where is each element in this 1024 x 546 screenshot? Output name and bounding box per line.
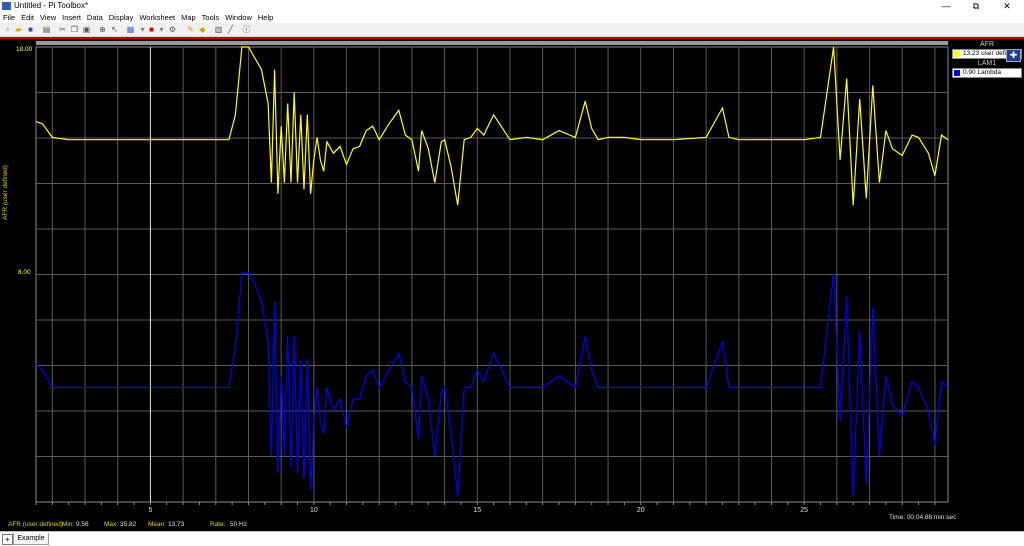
pen-icon[interactable]: ✎ (186, 25, 195, 34)
grid-icon[interactable]: ▦ (126, 25, 135, 34)
save-icon[interactable]: ■ (26, 25, 35, 34)
print-icon[interactable]: ▤ (42, 25, 51, 34)
menu-tools[interactable]: Tools (199, 12, 223, 23)
x-tick-label: 10 (310, 507, 318, 514)
menu-help[interactable]: Help (255, 12, 276, 23)
legend-value-lam1: 0.90 Lambda (963, 69, 1001, 76)
open-icon[interactable]: ▰ (14, 25, 23, 34)
window-title: Untitled - Pi Toolbox* (14, 1, 89, 10)
chevron-down-icon[interactable]: ▾ (138, 25, 147, 34)
menu-data[interactable]: Data (84, 12, 106, 23)
status-min: 9.56 (76, 521, 89, 528)
menu-file[interactable]: File (0, 12, 18, 23)
y-axis-label: AFR (user defined) (1, 165, 9, 220)
series-line-lam1 (35, 272, 949, 497)
x-tick-label: 20 (637, 507, 645, 514)
maximize-button[interactable]: ⧉ (961, 0, 991, 12)
menu-bar: File Edit View Insert Data Display Worksheet Ma… (0, 12, 1024, 23)
x-tick-label: 15 (473, 507, 481, 514)
time-readout: Time: 00:04.88 min:sec (889, 514, 957, 521)
legend-title-afr: AFR (980, 41, 994, 48)
x-tick-label: 25 (800, 507, 808, 514)
cursor-icon[interactable]: ↖ (110, 25, 119, 34)
chevron-down-icon[interactable]: ▾ (157, 25, 166, 34)
menu-edit[interactable]: Edit (18, 12, 37, 23)
zoom-icon[interactable]: ⊕ (98, 25, 107, 34)
table-icon[interactable]: ▥ (214, 25, 223, 34)
app-icon (2, 2, 11, 10)
minimize-button[interactable]: — (931, 0, 961, 12)
tab-example[interactable]: Example (13, 533, 49, 545)
plot-area[interactable]: 5 10 15 20 25 18.00 8.00 AFR (user defined) AF… (0, 39, 1024, 531)
scroll-bar (36, 41, 948, 45)
status-min-label: Min: (62, 521, 75, 528)
menu-view[interactable]: View (37, 12, 59, 23)
menu-window[interactable]: Window (222, 12, 255, 23)
menu-worksheet[interactable]: Worksheet (136, 12, 178, 23)
paste-icon[interactable]: ▣ (82, 25, 91, 34)
status-max-label: Max: (104, 521, 119, 528)
legend-swatch-lam1 (954, 70, 960, 76)
y-tick-label-top: 18.00 (16, 46, 33, 53)
worksheet-tab-bar: + Example (0, 531, 1024, 546)
series-line-afr (35, 46, 949, 206)
info-icon[interactable]: ⓘ (242, 25, 251, 34)
title-bar: Untitled - Pi Toolbox* — ⧉ ✕ (0, 0, 1024, 12)
add-tab-button[interactable]: + (2, 534, 13, 545)
menu-map[interactable]: Map (178, 12, 199, 23)
copy-icon[interactable]: ❐ (70, 25, 79, 34)
legend-swatch-afr (954, 51, 960, 57)
status-channel: AFR (user defined) (8, 521, 63, 528)
legend-row-lam1[interactable]: 0.90 Lambda (952, 68, 1022, 78)
toolbar: ▫ ▰ ■ ▤ ✂ ❐ ▣ ⊕ ↖ ▦ ▾ ■ ▾ ⚙ ✎ ◆ ▥ ╱ ⓘ (0, 23, 1024, 37)
lock-icon[interactable]: ⚙ (168, 25, 177, 34)
cut-icon[interactable]: ✂ (58, 25, 67, 34)
status-rate-label: Rate: (210, 521, 226, 528)
status-mean-label: Mean: (148, 521, 167, 528)
x-tick-label: 5 (148, 507, 152, 514)
new-icon[interactable]: ▫ (3, 25, 12, 34)
bell-icon[interactable]: ◆ (198, 25, 207, 34)
chart-svg[interactable]: 5 10 15 20 25 18.00 8.00 (0, 39, 1024, 531)
menu-insert[interactable]: Insert (59, 12, 84, 23)
y-tick-label-bottom: 8.00 (18, 269, 31, 276)
close-button[interactable]: ✕ (992, 0, 1022, 12)
status-max: 35.82 (120, 521, 137, 528)
status-mean: 13.73 (168, 521, 185, 528)
status-rate: 50 Hz (230, 521, 247, 528)
line-icon[interactable]: ╱ (226, 25, 235, 34)
menu-display[interactable]: Display (106, 12, 137, 23)
overlay-toggle-button[interactable]: ✚ (1006, 49, 1021, 62)
color-icon[interactable]: ■ (147, 25, 156, 34)
